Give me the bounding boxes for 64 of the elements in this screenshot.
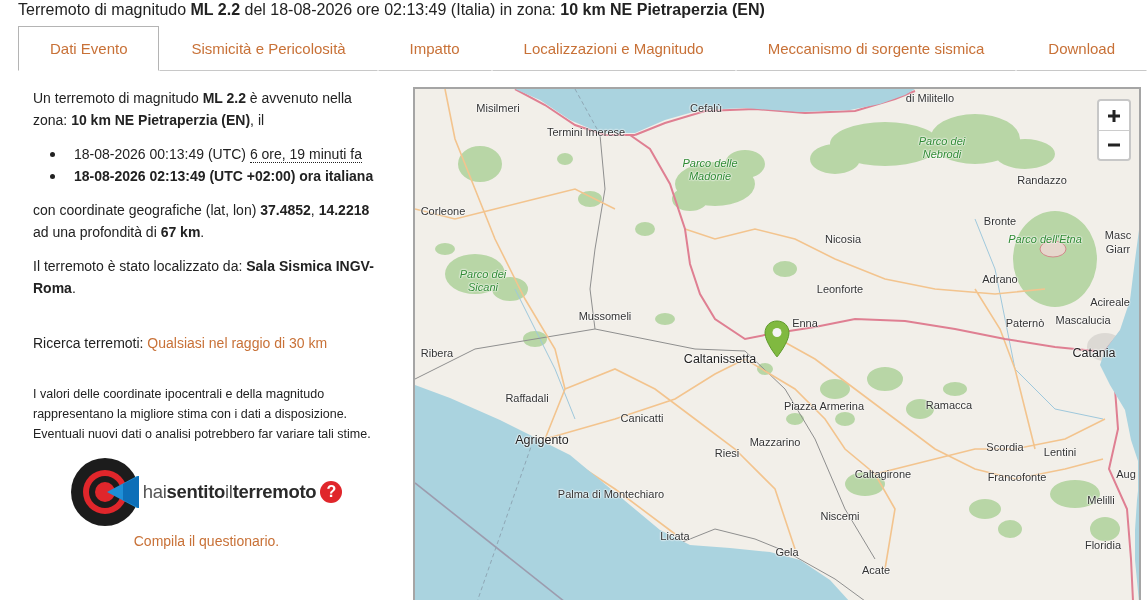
place-label: Canicatti: [620, 411, 664, 425]
place-label: Catania: [1072, 345, 1116, 361]
place-label: Corleone: [420, 204, 466, 218]
place-label: Piazza Armerina: [783, 399, 865, 413]
relative-time: 6 ore, 19 minuti fa: [249, 146, 362, 163]
place-label: Leonforte: [816, 282, 864, 296]
place-label: Ribera: [420, 346, 454, 360]
place-label: Cefalù: [690, 101, 722, 115]
place-label: Niscemi: [820, 509, 860, 523]
park-label: Parco dei Sicani: [458, 268, 508, 294]
bullet-icon: [50, 151, 55, 157]
search-text: Ricerca terremoti: Qualsiasi nel raggio di 30 km: [33, 334, 329, 353]
place-label: Mascalucia: [1055, 313, 1111, 327]
questionnaire-link[interactable]: Compila il questionario.: [133, 533, 280, 549]
place-label: Nicosia: [824, 232, 862, 246]
place-label: Mazzarino: [749, 435, 801, 449]
page-title: Terremoto di magnitudo ML 2.2 del 18-08-2026 ore 02:13:49 (Italia) in zona: 10 km NE Pietraperzia (EN): [17, 0, 766, 20]
place-label: Riesi: [714, 446, 740, 460]
place-label: Ramacca: [925, 398, 973, 412]
located-by-text: Il terremoto è stato localizzato da: Sala Sismica INGV-Roma.: [33, 257, 375, 298]
zoom-out-button[interactable]: [1099, 130, 1129, 159]
place-label: Aug: [1116, 467, 1136, 481]
place-label: Lentini: [1043, 445, 1077, 459]
logo-text: haisentitoilterremoto: [142, 481, 317, 503]
question-mark-icon: ?: [320, 481, 343, 503]
place-label: Melilli: [1087, 493, 1115, 507]
park-label: Parco dei Nebrodi: [917, 135, 967, 161]
place-label: Licata: [660, 529, 690, 543]
place-label: Enna: [792, 316, 818, 330]
place-label: Bronte: [983, 214, 1017, 228]
place-label: Caltagirone: [854, 467, 912, 481]
place-label: Masc: [1104, 228, 1132, 242]
target-megaphone-icon: [70, 458, 139, 526]
coordinates-text: con coordinate geografiche (lat, lon) 37.4852, 14.2218 ad una profondità di 67 km.: [33, 201, 371, 242]
place-label: Acate: [861, 563, 891, 577]
search-radius-link[interactable]: Qualsiasi nel raggio di 30 km: [147, 335, 328, 351]
tab[interactable]: Dati Evento: [18, 26, 160, 71]
place-label: Giarr: [1105, 242, 1131, 256]
event-summary: Un terremoto di magnitudo ML 2.2 è avvenuto nella zona: 10 km NE Pietraperzia (EN), il: [33, 89, 353, 130]
disclaimer-text: I valori delle coordinate ipocentrali e della magnitudo rappresentano la migliore stima con i dati a disposizione. Eventuali nuovi dati o analisi potrebbero far variare tali stime.: [33, 386, 372, 443]
place-label: Randazzo: [1017, 173, 1067, 187]
park-label: Parco dell'Etna: [1008, 232, 1082, 246]
place-label: Acireale: [1090, 295, 1130, 309]
place-label: Termini Imerese: [546, 125, 626, 139]
place-label: Palma di Montechiaro: [557, 487, 665, 501]
place-label: Raffadali: [505, 391, 549, 405]
ferry-route-line: [574, 89, 598, 130]
bullet-icon: [50, 173, 55, 179]
park-label: Parco delle Madonie: [681, 157, 739, 183]
plus-icon: [1108, 109, 1120, 122]
place-label: Scordia: [986, 440, 1024, 454]
place-label: di Militello: [905, 91, 955, 105]
place-label: Gela: [775, 545, 799, 559]
event-time: 18-08-2026 02:13:49 (UTC +02:00) ora italiana: [74, 167, 374, 186]
place-label: Agrigento: [515, 432, 569, 448]
event-time: 18-08-2026 00:13:49 (UTC) 6 ore, 19 minuti fa: [74, 145, 362, 165]
place-label: Mussomeli: [578, 309, 632, 323]
place-label: Adrano: [982, 272, 1018, 286]
location-pin-icon: [764, 320, 790, 358]
place-label: Paternò: [1005, 316, 1045, 330]
place-label: Floridia: [1084, 538, 1122, 552]
place-label: Caltanissetta: [683, 351, 757, 367]
place-label: Francofonte: [987, 470, 1047, 484]
place-label: Misilmeri: [476, 101, 520, 115]
